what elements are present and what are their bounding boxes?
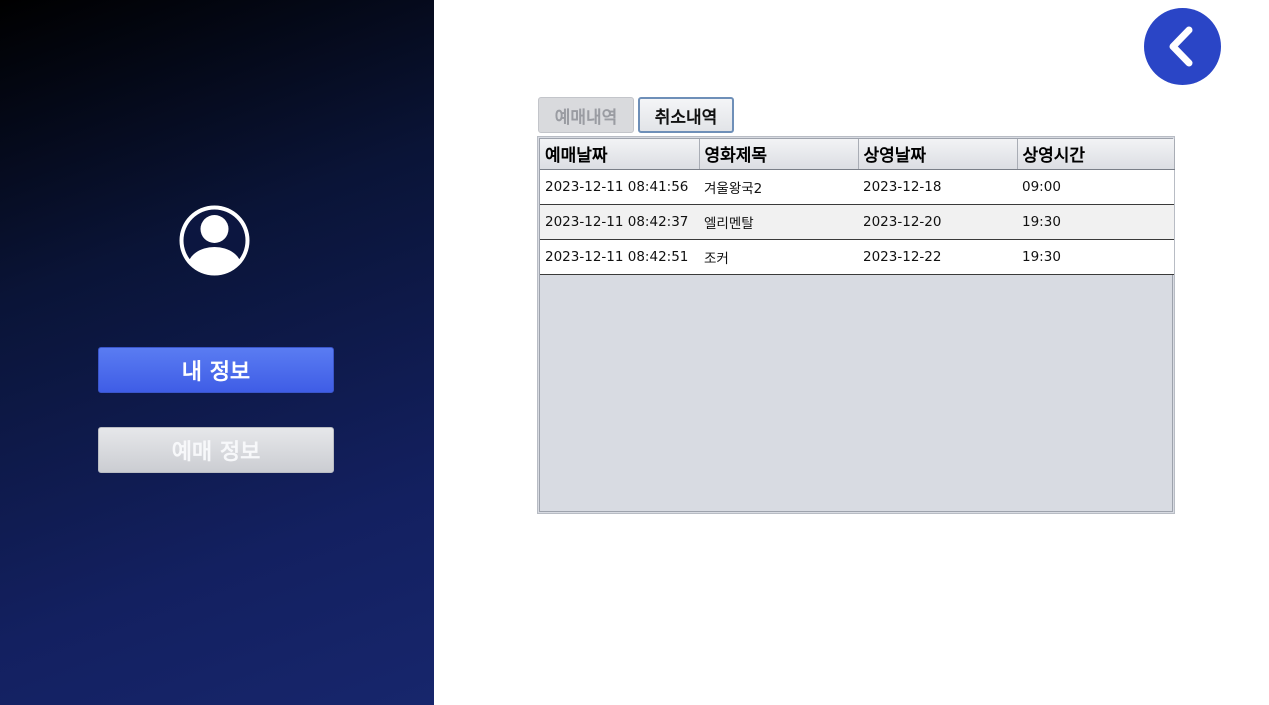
table-row[interactable]: 2023-12-11 08:42:51 조커 2023-12-22 19:30 bbox=[540, 239, 1174, 275]
table-row[interactable]: 2023-12-11 08:41:56 겨울왕국2 2023-12-18 09:… bbox=[540, 169, 1174, 205]
cell-booking-date: 2023-12-11 08:42:51 bbox=[540, 239, 699, 275]
column-header-screening-time[interactable]: 상영시간 bbox=[1017, 139, 1175, 170]
sidebar: 내 정보 예매 정보 bbox=[0, 0, 434, 705]
cell-screening-date: 2023-12-20 bbox=[858, 204, 1017, 240]
cell-booking-date: 2023-12-11 08:41:56 bbox=[540, 169, 699, 205]
cell-booking-date: 2023-12-11 08:42:37 bbox=[540, 204, 699, 240]
chevron-left-icon bbox=[1169, 26, 1193, 67]
my-info-button[interactable]: 내 정보 bbox=[98, 347, 334, 393]
booking-info-button[interactable]: 예매 정보 bbox=[98, 427, 334, 473]
booking-info-label: 예매 정보 bbox=[171, 440, 261, 465]
history-table: 예매날짜 영화제목 상영날짜 상영시간 2023-12-11 08:41:56 … bbox=[540, 139, 1175, 275]
cell-screening-date: 2023-12-18 bbox=[858, 169, 1017, 205]
cell-movie-title: 엘리멘탈 bbox=[699, 204, 858, 240]
column-header-screening-date[interactable]: 상영날짜 bbox=[858, 139, 1018, 170]
back-button[interactable] bbox=[1144, 8, 1221, 85]
user-circle-icon bbox=[179, 205, 250, 276]
cancellation-table: 예매날짜 영화제목 상영날짜 상영시간 2023-12-11 08:41:56 … bbox=[537, 136, 1175, 514]
cell-screening-time: 19:30 bbox=[1017, 239, 1174, 275]
cell-screening-time: 19:30 bbox=[1017, 204, 1174, 240]
table-header-row: 예매날짜 영화제목 상영날짜 상영시간 bbox=[540, 139, 1175, 170]
cell-movie-title: 겨울왕국2 bbox=[699, 169, 858, 205]
tab-cancellation-history[interactable]: 취소내역 bbox=[638, 97, 734, 133]
cell-screening-time: 09:00 bbox=[1017, 169, 1174, 205]
column-header-movie-title[interactable]: 영화제목 bbox=[699, 139, 859, 170]
tab-label: 예매내역 bbox=[554, 107, 618, 128]
tab-label: 취소내역 bbox=[654, 107, 718, 128]
tab-reservation-history[interactable]: 예매내역 bbox=[538, 97, 634, 133]
cell-screening-date: 2023-12-22 bbox=[858, 239, 1017, 275]
column-header-booking-date[interactable]: 예매날짜 bbox=[540, 139, 700, 170]
my-info-label: 내 정보 bbox=[181, 360, 251, 385]
table-viewport[interactable]: 예매날짜 영화제목 상영날짜 상영시간 2023-12-11 08:41:56 … bbox=[539, 138, 1175, 512]
table-row[interactable]: 2023-12-11 08:42:37 엘리멘탈 2023-12-20 19:3… bbox=[540, 204, 1174, 240]
cell-movie-title: 조커 bbox=[699, 239, 858, 275]
